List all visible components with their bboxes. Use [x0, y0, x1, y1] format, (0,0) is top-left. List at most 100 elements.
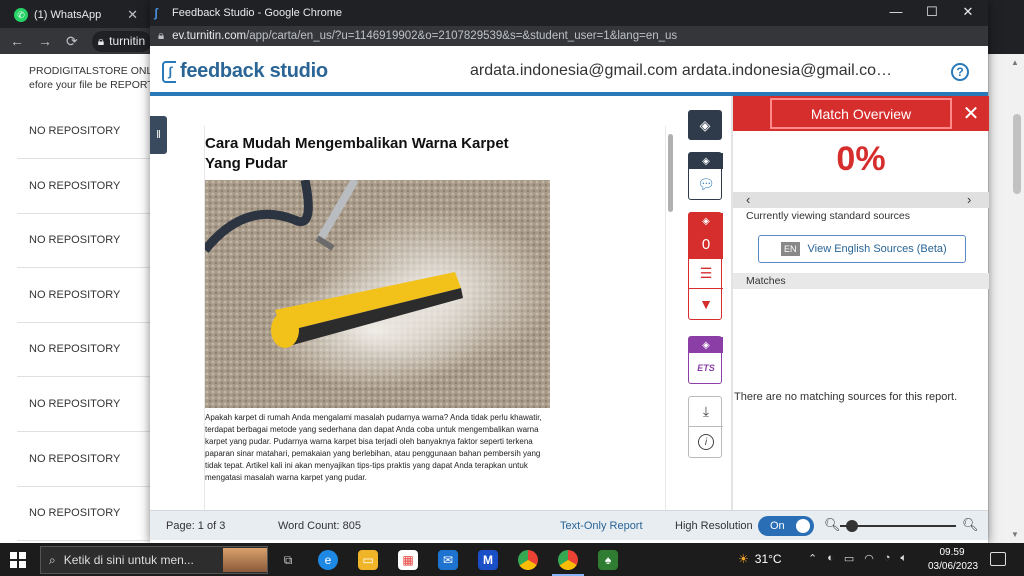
mail-icon[interactable]: ✉: [438, 550, 458, 570]
weather-widget[interactable]: ☀ 31°C: [738, 552, 782, 566]
ets-button[interactable]: ETS: [689, 353, 723, 383]
task-view-icon[interactable]: ⧉: [278, 550, 298, 570]
match-overview-panel: Match Overview ✕ 0% ‹ › Currently viewin…: [732, 96, 989, 510]
no-matches-message: There are no matching sources for this r…: [734, 391, 958, 403]
utility-group: ⤓ i: [688, 396, 723, 458]
logo-text: feedback studio: [180, 60, 328, 82]
wifi-icon[interactable]: ◔: [884, 552, 891, 565]
feedback-studio-window: ʃ Feedback Studio - Google Chrome — ☐ ✕ …: [150, 0, 989, 543]
document-body: Apakah karpet di rumah Anda mengalami ma…: [205, 413, 542, 482]
comment-icon[interactable]: 💬︎: [689, 169, 723, 199]
english-badge: EN: [781, 242, 800, 256]
viewing-sources-text: Currently viewing standard sources: [746, 210, 910, 222]
matches-section-label: Matches: [733, 273, 989, 289]
minimize-button[interactable]: —: [878, 4, 914, 19]
similarity-percent: 0%: [836, 140, 886, 178]
tray-app-icon[interactable]: ◐: [827, 552, 834, 565]
repository-row: NO REPOSITORY: [17, 104, 151, 159]
carpet-cleaning-photo: [205, 180, 550, 408]
lock-icon: 🔒︎: [97, 33, 105, 48]
document-scrollbar[interactable]: [668, 126, 674, 510]
url-path: /app/carta/en_us/?u=1146919902&o=2107829…: [246, 30, 678, 42]
user-emails[interactable]: ardata.indonesia@gmail.com ardata.indone…: [470, 62, 892, 80]
address-bar[interactable]: 🔒︎ ev.turnitin.com/app/carta/en_us/?u=11…: [150, 26, 988, 46]
chrome-active-icon[interactable]: [558, 550, 578, 570]
whatsapp-tab-title: (1) WhatsApp: [34, 9, 102, 21]
toggle-label: On: [770, 520, 785, 532]
background-header-text: PRODIGITALSTORE ONL efore your file be R…: [29, 64, 151, 92]
repository-row: NO REPOSITORY: [17, 377, 151, 432]
reload-icon[interactable]: ⟳: [66, 33, 78, 50]
similarity-layer-icon: ◈: [689, 213, 723, 229]
scroll-up-icon[interactable]: ▲: [1011, 58, 1019, 67]
help-button[interactable]: ?: [951, 63, 969, 81]
start-button[interactable]: [10, 552, 26, 568]
search-icon: ⌕: [49, 552, 56, 567]
background-scrollbar[interactable]: ▲ ▼: [988, 54, 1024, 543]
zoom-slider-knob[interactable]: [846, 520, 858, 532]
chrome-icon[interactable]: [518, 550, 538, 570]
close-tab-icon[interactable]: ✕: [127, 7, 138, 23]
window-titlebar: ʃ Feedback Studio - Google Chrome — ☐ ✕: [150, 0, 988, 26]
volume-icon[interactable]: 🔈︎: [901, 552, 908, 565]
background-toolbar: ← → ⟳ 🔒︎ turnitin: [0, 28, 152, 54]
store-icon[interactable]: ▦: [398, 550, 418, 570]
match-list-icon[interactable]: ☰: [689, 259, 723, 289]
previous-arrow-icon[interactable]: ‹: [746, 192, 750, 207]
match-overview-header: Match Overview ✕: [733, 96, 989, 131]
side-panel-handle[interactable]: ‖: [150, 116, 167, 154]
next-arrow-icon[interactable]: ›: [967, 192, 971, 207]
notification-icon[interactable]: [990, 552, 1006, 566]
back-icon[interactable]: ←: [10, 33, 24, 49]
system-tray: ⌃ ◐ ▭ ◠ ◔ 🔈︎: [808, 552, 907, 565]
filter-icon[interactable]: ▼: [689, 289, 723, 319]
document-viewer: ‖ Cara Mudah Mengembalikan Warna Karpet …: [150, 96, 688, 510]
scroll-down-icon[interactable]: ▼: [1011, 530, 1019, 539]
view-english-sources-button[interactable]: EN View English Sources (Beta): [758, 235, 966, 263]
whatsapp-tab[interactable]: ✆ (1) WhatsApp ✕: [8, 4, 140, 26]
ets-group: ◈ ETS: [688, 336, 723, 384]
maximize-button[interactable]: ☐: [914, 4, 950, 20]
zoom-in-icon[interactable]: 🔍︎: [962, 517, 979, 533]
high-resolution-toggle[interactable]: On: [758, 516, 814, 536]
source-nav: ‹ ›: [733, 192, 989, 208]
feedback-studio-header: ʃ feedback studio ardata.indonesia@gmail…: [150, 46, 988, 96]
file-explorer-icon[interactable]: ▭: [358, 550, 378, 570]
weather-icon: ☀: [738, 552, 749, 566]
tray-overflow-icon[interactable]: ⌃: [808, 552, 817, 565]
background-url-text: turnitin: [109, 34, 146, 48]
scrollbar-thumb[interactable]: [1013, 114, 1021, 194]
layers-button[interactable]: ◈: [688, 110, 722, 140]
battery-icon[interactable]: ▭: [844, 552, 854, 565]
zoom-out-icon[interactable]: 🔍︎: [824, 517, 841, 533]
close-window-button[interactable]: ✕: [950, 4, 986, 20]
match-overview-title[interactable]: Match Overview: [770, 98, 952, 129]
status-footer: Page: 1 of 3 Word Count: 805 Text-Only R…: [150, 510, 988, 540]
document-scrollbar-thumb[interactable]: [668, 134, 673, 212]
layers-group: ◈: [688, 110, 722, 140]
text-only-report-link[interactable]: Text-Only Report: [560, 520, 643, 532]
clock-date: 03/06/2023: [928, 561, 979, 572]
background-text-line-1: PRODIGITALSTORE ONL: [29, 65, 151, 77]
feedback-group: ◈ 💬︎: [688, 152, 723, 200]
app-icon[interactable]: M: [478, 550, 498, 570]
solitaire-icon[interactable]: ♠: [598, 550, 618, 570]
edge-icon[interactable]: e: [318, 550, 338, 570]
download-icon[interactable]: ⤓: [689, 397, 723, 427]
clock[interactable]: 09.59 03/06/2023: [928, 546, 979, 574]
info-button[interactable]: i: [689, 427, 723, 457]
network-icon[interactable]: ◠: [864, 552, 874, 565]
feedback-layer-icon: ◈: [689, 153, 723, 169]
taskbar-search-box[interactable]: ⌕ Ketik di sini untuk men...: [40, 546, 268, 574]
close-panel-icon[interactable]: ✕: [957, 102, 985, 125]
background-address-bar[interactable]: 🔒︎ turnitin: [91, 30, 152, 52]
repository-row: NO REPOSITORY: [17, 213, 151, 269]
whatsapp-icon: ✆: [14, 8, 28, 22]
taskbar-search-placeholder: Ketik di sini untuk men...: [63, 553, 194, 567]
view-english-sources-label: View English Sources (Beta): [807, 243, 947, 255]
window-title: Feedback Studio - Google Chrome: [172, 7, 342, 19]
similarity-score-button[interactable]: 0: [689, 229, 723, 259]
page-indicator: Page: 1 of 3: [166, 520, 226, 532]
forward-icon[interactable]: →: [38, 33, 52, 49]
document-title: Cara Mudah Mengembalikan Warna Karpet Ya…: [205, 135, 509, 172]
